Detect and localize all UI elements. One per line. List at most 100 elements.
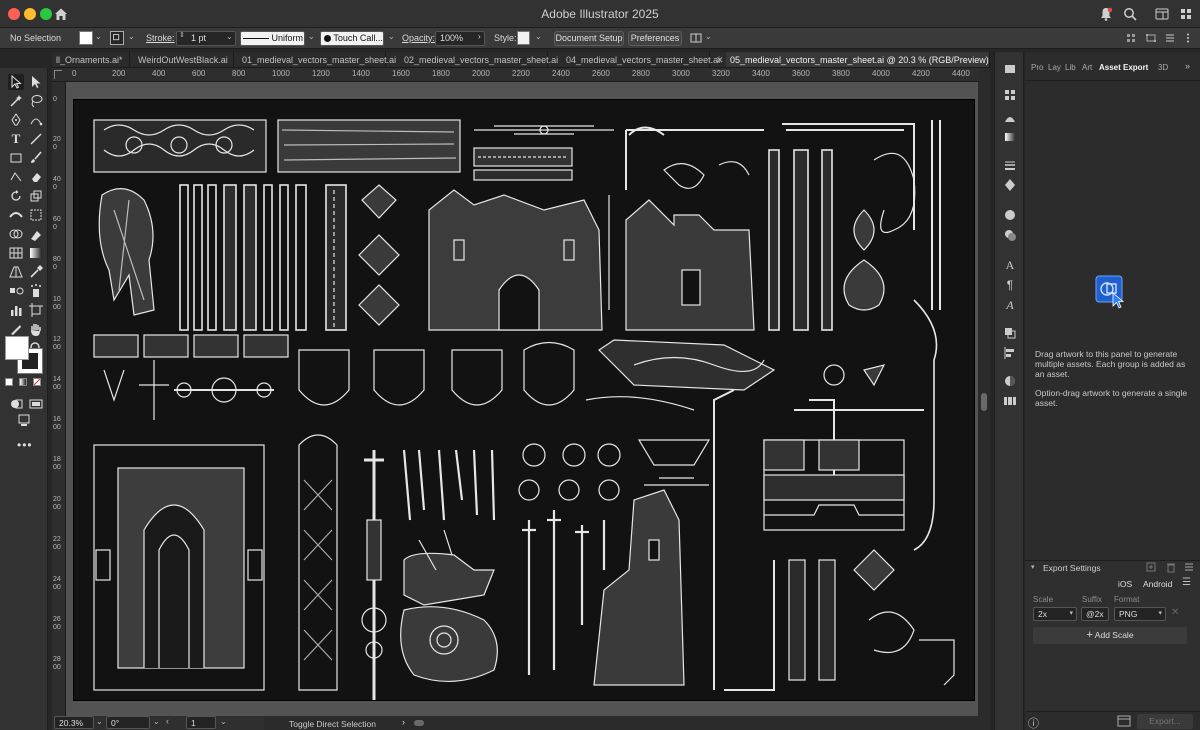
libraries-panel-icon[interactable] xyxy=(1003,394,1017,408)
panel-collapse-icon[interactable]: » xyxy=(1185,61,1190,71)
tab-ornaments[interactable]: ll_Ornaments.ai* xyxy=(52,52,130,67)
panel-menu-icon[interactable] xyxy=(1164,32,1176,44)
chevron-down-icon[interactable]: ⌄ xyxy=(95,32,102,41)
chevron-down-icon[interactable]: ▾ xyxy=(1031,563,1035,571)
delete-asset-icon[interactable] xyxy=(1165,561,1177,573)
free-transform-tool-icon[interactable] xyxy=(28,207,44,223)
ios-preset-button[interactable]: iOS xyxy=(1118,579,1132,589)
export-queue-icon[interactable] xyxy=(1117,715,1131,727)
pen-tool-icon[interactable] xyxy=(8,112,24,128)
chevron-down-icon[interactable]: ⌄ xyxy=(535,32,542,41)
horizontal-scroll-thumb[interactable] xyxy=(414,720,424,726)
align-panel-icon[interactable] xyxy=(1003,346,1017,360)
tab-medieval-04[interactable]: 04_medieval_vectors_master_sheet.ai xyxy=(562,52,720,67)
pathfinder-panel-icon[interactable] xyxy=(1003,326,1017,340)
stroke-panel-icon[interactable] xyxy=(1003,158,1017,172)
chevron-down-icon[interactable]: ⌄ xyxy=(388,32,395,41)
stroke-swatch[interactable] xyxy=(110,31,124,45)
live-paint-tool-icon[interactable] xyxy=(28,226,44,242)
column-graph-tool-icon[interactable] xyxy=(8,302,24,318)
tab-medieval-05-active[interactable]: 05_medieval_vectors_master_sheet.ai @ 20… xyxy=(726,52,990,67)
gradient-panel-icon[interactable] xyxy=(1003,130,1017,144)
ruler-origin-icon[interactable] xyxy=(54,70,62,79)
color-mode-icon[interactable] xyxy=(5,378,13,386)
artboard-tool-icon[interactable] xyxy=(28,302,44,318)
tab-libraries[interactable]: Lib xyxy=(1065,63,1076,72)
opentype-panel-icon[interactable]: A xyxy=(1003,298,1017,312)
tab-artboards[interactable]: Art xyxy=(1082,63,1092,72)
width-tool-icon[interactable] xyxy=(8,207,24,223)
artboard[interactable] xyxy=(74,100,974,700)
line-tool-icon[interactable] xyxy=(28,131,44,147)
mesh-tool-icon[interactable] xyxy=(8,245,24,261)
vertical-scroll-thumb[interactable] xyxy=(981,393,987,411)
paintbrush-tool-icon[interactable] xyxy=(28,150,44,166)
color-panel-icon[interactable] xyxy=(1003,62,1017,76)
workspace-layout-icon[interactable] xyxy=(1154,6,1170,22)
add-scale-button[interactable]: + Add Scale xyxy=(1033,627,1187,644)
brush-dropdown[interactable]: Touch Call... xyxy=(320,31,384,46)
symbols-panel-icon[interactable] xyxy=(1003,178,1017,192)
gradient-tool-icon[interactable] xyxy=(28,245,44,261)
rotate-tool-icon[interactable] xyxy=(8,188,24,204)
zoom-field[interactable]: 20.3% xyxy=(54,716,94,729)
shaper-tool-icon[interactable] xyxy=(8,169,24,185)
direct-selection-tool-icon[interactable] xyxy=(28,74,44,90)
grid-menu-icon[interactable] xyxy=(1178,6,1194,22)
curvature-tool-icon[interactable] xyxy=(28,112,44,128)
selection-tool-icon[interactable] xyxy=(8,74,24,90)
tab-medieval-01[interactable]: 01_medieval_vectors_master_sheet.ai xyxy=(238,52,396,67)
fill-swatch[interactable] xyxy=(79,31,93,45)
canvas[interactable] xyxy=(66,82,978,716)
tab-asset-export[interactable]: Asset Export xyxy=(1099,63,1148,72)
chevron-down-icon[interactable]: ⌄ xyxy=(96,717,103,726)
chevron-right-icon[interactable]: › xyxy=(478,32,481,41)
appearance-panel-icon[interactable] xyxy=(1003,208,1017,222)
chevron-down-icon[interactable]: ⌄ xyxy=(128,32,135,41)
tab-layers[interactable]: Lay xyxy=(1048,63,1061,72)
hand-tool-icon[interactable] xyxy=(28,321,44,337)
remove-scale-icon[interactable]: ✕ xyxy=(1171,607,1179,618)
swatches-panel-icon[interactable] xyxy=(1003,88,1017,102)
document-setup-button[interactable]: Document Setup xyxy=(554,31,624,46)
chevron-down-icon[interactable]: ⌄ xyxy=(308,32,315,41)
eraser-tool-icon[interactable] xyxy=(28,169,44,185)
tab-3d[interactable]: 3D xyxy=(1158,63,1168,72)
graphic-style-swatch[interactable] xyxy=(517,31,530,45)
type-tool-icon[interactable]: T xyxy=(8,131,24,147)
tab-medieval-02[interactable]: 02_medieval_vectors_master_sheet.ai xyxy=(400,52,558,67)
lasso-tool-icon[interactable] xyxy=(28,93,44,109)
preset-menu-icon[interactable]: ☰ xyxy=(1182,577,1191,588)
scale-tool-icon[interactable] xyxy=(28,188,44,204)
stroke-profile-dropdown[interactable]: Uniform xyxy=(240,31,305,46)
chevron-down-icon[interactable]: ⌄ xyxy=(153,717,160,726)
symbol-sprayer-tool-icon[interactable] xyxy=(28,283,44,299)
search-icon[interactable] xyxy=(1122,6,1138,22)
chevron-down-icon[interactable]: ⌄ xyxy=(705,32,712,41)
rotation-field[interactable]: 0° xyxy=(106,716,150,729)
stepper-icon[interactable]: ⇕ xyxy=(179,31,185,39)
screen-mode-icon[interactable] xyxy=(28,396,44,412)
rectangle-tool-icon[interactable] xyxy=(8,150,24,166)
android-preset-button[interactable]: Android xyxy=(1143,579,1172,589)
notifications-icon[interactable] xyxy=(1098,6,1114,22)
tab-properties[interactable]: Pro xyxy=(1031,63,1043,72)
brushes-panel-icon[interactable] xyxy=(1003,110,1017,124)
status-menu-icon[interactable]: › xyxy=(402,717,405,727)
opacity-label[interactable]: Opacity: xyxy=(402,32,435,45)
arrange-documents-icon[interactable] xyxy=(690,32,702,44)
preferences-button[interactable]: Preferences xyxy=(628,31,682,46)
blend-tool-icon[interactable] xyxy=(8,283,24,299)
magic-wand-tool-icon[interactable] xyxy=(8,93,24,109)
align-icon[interactable] xyxy=(1125,32,1137,44)
format-dropdown[interactable]: PNG ▾ xyxy=(1114,607,1166,621)
perspective-grid-tool-icon[interactable] xyxy=(8,264,24,280)
stroke-label[interactable]: Stroke: xyxy=(146,32,175,45)
transparency-panel-icon[interactable] xyxy=(1003,374,1017,388)
more-options-icon[interactable] xyxy=(1182,32,1194,44)
more-tools-icon[interactable]: ••• xyxy=(17,438,33,452)
transform-icon[interactable] xyxy=(1145,32,1157,44)
export-menu-icon[interactable] xyxy=(1183,561,1195,573)
graphic-styles-panel-icon[interactable] xyxy=(1003,228,1017,242)
chevron-down-icon[interactable]: ⌄ xyxy=(226,32,233,41)
